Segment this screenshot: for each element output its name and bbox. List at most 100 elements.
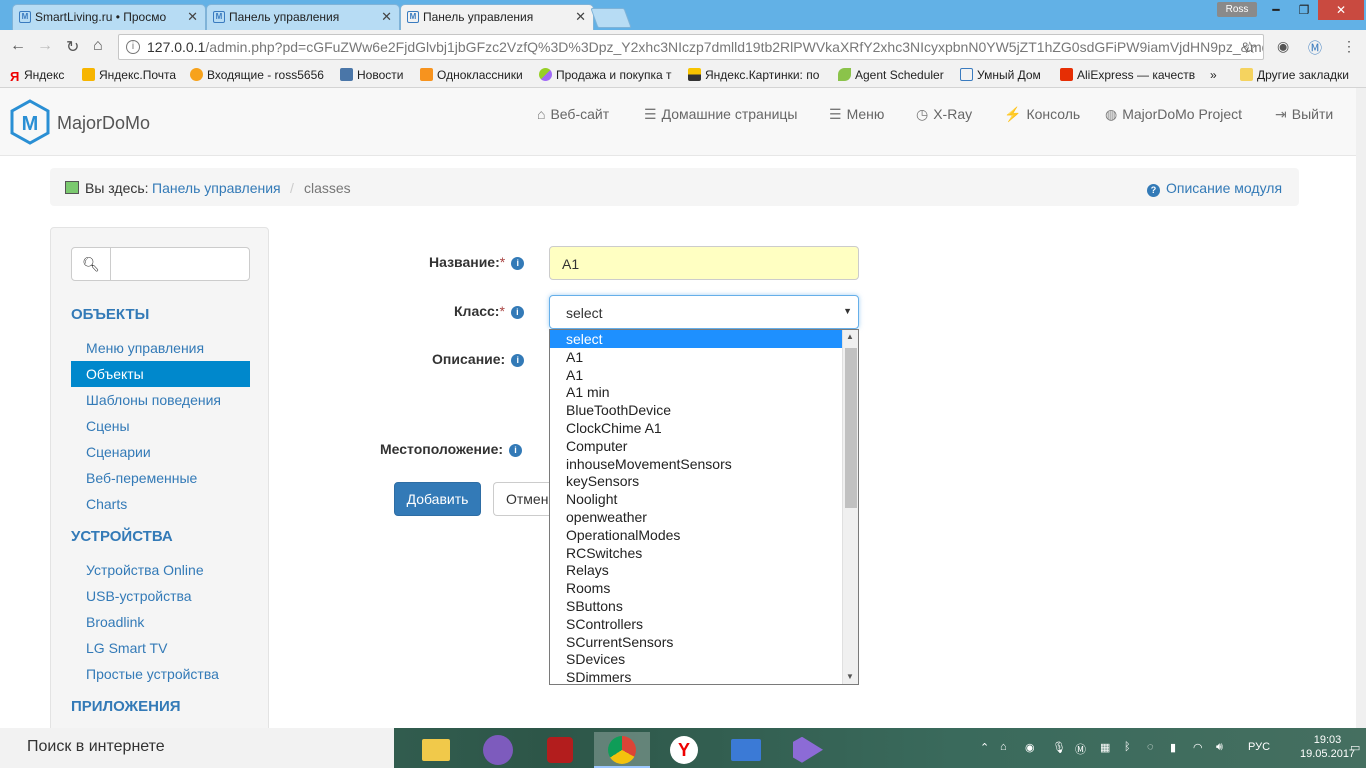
bookmark-inbox[interactable]: Входящие - ross5656 — [190, 68, 330, 82]
info-icon[interactable]: i — [126, 40, 140, 54]
bookmark-agent-scheduler[interactable]: Agent Scheduler — [838, 68, 944, 82]
dropdown-option[interactable]: Noolight — [550, 490, 842, 508]
home-icon[interactable]: ⌂ — [93, 37, 103, 55]
nav-majordomo-project[interactable]: ◍ MajorDoMo Project — [1105, 106, 1242, 123]
dropdown-option[interactable]: BlueToothDevice — [550, 401, 842, 419]
dropdown-option[interactable]: SDevices — [550, 650, 842, 668]
nav-logout[interactable]: ⇥ Выйти — [1275, 106, 1333, 123]
dropdown-option[interactable]: Relays — [550, 561, 842, 579]
microphone-icon[interactable]: 🎙︎ — [1052, 741, 1066, 754]
bookmark-yandex-mail[interactable]: Яндекс.Почта — [82, 68, 176, 82]
chrome-icon[interactable] — [594, 732, 650, 768]
bluetooth-icon[interactable]: ᛒ — [1124, 741, 1131, 753]
class-select[interactable]: select ▼ — [549, 295, 859, 329]
nav-xray[interactable]: ◷ X-Ray — [916, 106, 972, 123]
scroll-up-icon[interactable]: ▲ — [846, 332, 854, 341]
dropdown-option[interactable]: Rooms — [550, 579, 842, 597]
majordomo-logo-icon[interactable]: M — [10, 99, 50, 145]
sidebar-item-simple-devices[interactable]: Простые устройства — [71, 661, 250, 687]
bookmarks-overflow-icon[interactable]: » — [1210, 68, 1217, 82]
dropdown-option[interactable]: openweather — [550, 508, 842, 526]
extension-eye-icon[interactable]: ◉ — [1277, 38, 1289, 55]
back-arrow-icon[interactable]: ← — [10, 37, 26, 55]
wifi-icon[interactable]: ◠ — [1193, 741, 1203, 754]
profile-badge[interactable]: Ross — [1217, 2, 1257, 17]
tray-app-icon[interactable]: ◉ — [1025, 741, 1035, 754]
browser-tab-smartliving[interactable]: M SmartLiving.ru • Просмо ✕ — [12, 4, 206, 30]
taskbar-search-box[interactable]: Поиск в интернете — [0, 728, 394, 768]
file-explorer-icon[interactable] — [408, 732, 464, 768]
sidebar-item-devices-online[interactable]: Устройства Online — [71, 557, 250, 583]
info-circle-icon[interactable]: i — [510, 306, 524, 319]
majordomo-tray-icon[interactable]: Ⓜ — [1075, 741, 1086, 757]
minimize-icon[interactable]: ━ — [1262, 0, 1290, 20]
search-button[interactable]: 🔍︎ — [71, 247, 111, 281]
browser-tab-control-panel-active[interactable]: M Панель управления ✕ — [400, 4, 594, 31]
breadcrumb-home-link[interactable]: Панель управления — [152, 180, 281, 196]
tray-home-icon[interactable]: ⌂ — [1000, 741, 1007, 753]
tray-expand-icon[interactable]: ⌃ — [980, 741, 989, 754]
info-circle-icon[interactable]: i — [511, 257, 525, 270]
sidebar-item-behavior-templates[interactable]: Шаблоны поведения — [71, 387, 250, 413]
bookmark-yandex[interactable]: Я Яндекс — [10, 68, 64, 82]
window-close-icon[interactable]: ✕ — [1318, 0, 1364, 20]
language-indicator[interactable]: РУС — [1248, 741, 1270, 753]
bookmark-yandex-images[interactable]: Яндекс.Картинки: по — [688, 68, 828, 82]
sidebar-item-objects[interactable]: Объекты — [71, 361, 250, 387]
battery-icon[interactable]: ▮ — [1170, 741, 1176, 754]
scroll-down-icon[interactable]: ▼ — [846, 672, 854, 681]
dropdown-option[interactable]: A1 min — [550, 383, 842, 401]
add-button[interactable]: Добавить — [394, 482, 481, 516]
brand-name[interactable]: MajorDoMo — [57, 113, 150, 134]
dropdown-option[interactable]: keySensors — [550, 472, 842, 490]
taskbar-clock[interactable]: 19:03 19.05.2017 — [1300, 733, 1355, 761]
dropdown-option[interactable]: SDimmers — [550, 668, 842, 684]
page-scrollbar[interactable] — [1356, 88, 1366, 728]
search-input[interactable] — [110, 247, 250, 281]
sidebar-item-lg-smart-tv[interactable]: LG Smart TV — [71, 635, 250, 661]
nav-website[interactable]: ⌂ Веб-сайт — [537, 106, 609, 122]
browser-tab-control-panel-1[interactable]: M Панель управления ✕ — [206, 4, 400, 30]
tab-close-icon[interactable]: ✕ — [187, 9, 198, 25]
reload-icon[interactable]: ↻ — [66, 37, 79, 57]
bookmark-other[interactable]: Другие закладки — [1240, 68, 1349, 82]
info-circle-icon[interactable]: i — [511, 354, 525, 367]
new-tab-button[interactable] — [590, 8, 632, 28]
dropdown-option[interactable]: SButtons — [550, 597, 842, 615]
viber-tray-icon[interactable]: ◌ — [1147, 741, 1154, 753]
dropdown-option[interactable]: SCurrentSensors — [550, 633, 842, 651]
maximize-icon[interactable]: ❐ — [1290, 0, 1318, 20]
viber-icon[interactable] — [470, 732, 526, 768]
dropdown-option[interactable]: inhouseMovementSensors — [550, 455, 842, 473]
sidebar-item-broadlink[interactable]: Broadlink — [71, 609, 250, 635]
dropdown-scrollbar[interactable]: ▲ ▼ — [842, 330, 858, 684]
majordomo-extension-icon[interactable]: Ⓜ — [1308, 38, 1322, 58]
dropdown-option[interactable]: ClockChime A1 — [550, 419, 842, 437]
tab-close-icon[interactable]: ✕ — [381, 9, 392, 25]
bookmark-news[interactable]: Новости — [340, 68, 403, 82]
dropdown-option[interactable]: A1 — [550, 348, 842, 366]
dropdown-option[interactable]: Computer — [550, 437, 842, 455]
nav-home-pages[interactable]: ☰ Домашние страницы — [644, 106, 797, 123]
network-tray-icon[interactable]: ▦ — [1100, 741, 1110, 754]
nav-console[interactable]: ⚡ Консоль — [1004, 106, 1080, 123]
volume-icon[interactable]: 🔊︎ — [1216, 741, 1223, 754]
sidebar-item-control-menu[interactable]: Меню управления — [71, 335, 250, 361]
power-app-icon[interactable] — [532, 732, 588, 768]
tab-close-icon[interactable]: ✕ — [575, 9, 586, 25]
keyboard-app-icon[interactable] — [718, 732, 774, 768]
bookmark-aliexpress[interactable]: AliExpress — качеств — [1060, 68, 1200, 82]
nav-menu[interactable]: ☰ Меню — [829, 106, 884, 123]
dropdown-option[interactable]: RCSwitches — [550, 544, 842, 562]
bookmark-odnoklassniki[interactable]: Одноклассники — [420, 68, 523, 82]
cancel-button[interactable]: Отмена — [493, 482, 553, 516]
dropdown-scroll-thumb[interactable] — [845, 348, 857, 508]
name-field[interactable]: A1 — [549, 246, 859, 280]
sidebar-item-web-variables[interactable]: Веб-переменные — [71, 465, 250, 491]
menu-kebab-icon[interactable]: ⋮ — [1342, 38, 1356, 55]
bookmark-sale[interactable]: Продажа и покупка т — [539, 68, 677, 82]
bookmark-star-icon[interactable]: ☆ — [1243, 38, 1257, 58]
sidebar-item-scenes[interactable]: Сцены — [71, 413, 250, 439]
dropdown-option[interactable]: select — [550, 330, 842, 348]
sidebar-item-charts[interactable]: Charts — [71, 491, 250, 517]
